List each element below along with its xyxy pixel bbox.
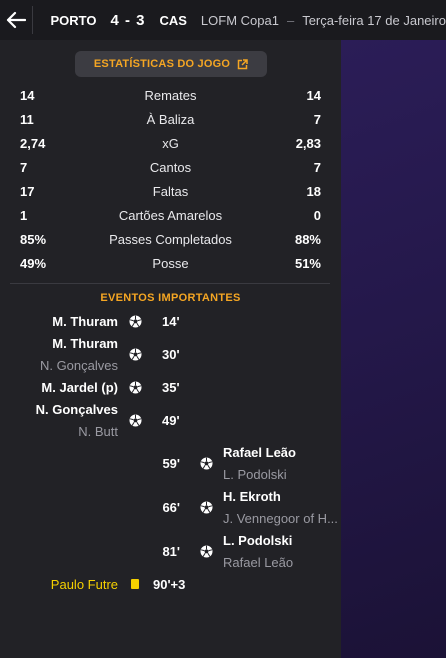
event-minute: 14' xyxy=(162,314,180,329)
stat-row: 7 Cantos 7 xyxy=(0,156,341,180)
match-stats-panel: ESTATÍSTICAS DO JOGO 14 Remates 14 11 À … xyxy=(0,40,341,658)
yellow-card-icon xyxy=(129,578,142,591)
event-player[interactable]: Paulo Futre xyxy=(51,577,118,592)
football-icon xyxy=(200,501,213,514)
away-stat-value: 0 xyxy=(313,208,321,223)
event-player[interactable]: M. Jardel (p) xyxy=(41,380,118,395)
event-minute: 66' xyxy=(162,500,180,515)
match-score: 4 - 3 xyxy=(110,11,146,29)
away-stat-value: 14 xyxy=(306,88,321,103)
stat-row: 85% Passes Completados 88% xyxy=(0,228,341,252)
stat-row: 2,74 xG 2,83 xyxy=(0,132,341,156)
header-bar: PORTO 4 - 3 CAS LOFM Copa1 – Terça-feira… xyxy=(0,0,446,40)
event-minute: 49' xyxy=(162,413,180,428)
event-assist[interactable]: L. Podolski xyxy=(223,467,287,482)
away-team-name[interactable]: CAS xyxy=(159,13,186,28)
stat-label: xG xyxy=(162,136,179,151)
event-assist[interactable]: N. Butt xyxy=(78,424,118,439)
football-icon xyxy=(200,457,213,470)
match-summary: PORTO 4 - 3 CAS LOFM Copa1 – Terça-feira… xyxy=(32,12,446,29)
football-icon xyxy=(129,348,142,361)
event-minute: 59' xyxy=(162,456,180,471)
event-assist[interactable]: J. Vennegoor of H... xyxy=(223,511,338,526)
event-player[interactable]: H. Ekroth xyxy=(223,489,281,504)
away-stat-value: 2,83 xyxy=(295,136,321,151)
back-button[interactable] xyxy=(0,0,32,40)
football-icon xyxy=(129,381,142,394)
event-minute: 90'+3 xyxy=(153,577,186,592)
stat-label: À Baliza xyxy=(146,112,195,127)
football-icon xyxy=(129,315,142,328)
stat-label: Posse xyxy=(152,256,189,271)
external-link-icon xyxy=(237,58,248,70)
stat-row: 14 Remates 14 xyxy=(0,84,341,108)
football-icon xyxy=(129,414,142,427)
stats-table: 14 Remates 14 11 À Baliza 7 2,74 xG 2,83… xyxy=(0,84,341,276)
event-minute: 81' xyxy=(162,544,180,559)
event-assist[interactable]: N. Gonçalves xyxy=(40,358,118,373)
stat-row: 11 À Baliza 7 xyxy=(0,108,341,132)
event-player[interactable]: Rafael Leão xyxy=(223,445,296,460)
event-player[interactable]: L. Podolski xyxy=(223,533,292,548)
pitch-view xyxy=(341,40,446,658)
stat-label: Faltas xyxy=(152,184,189,199)
separator: – xyxy=(286,12,295,28)
away-stat-value: 18 xyxy=(306,184,321,199)
away-stat-value: 88% xyxy=(294,232,321,247)
event-player[interactable]: M. Thuram xyxy=(52,336,118,351)
match-screen: PORTO 4 - 3 CAS LOFM Copa1 – Terça-feira… xyxy=(0,0,446,658)
stat-label: Cartões Amarelos xyxy=(118,208,223,223)
event-player[interactable]: N. Gonçalves xyxy=(36,402,118,417)
stat-row: 1 Cartões Amarelos 0 xyxy=(0,204,341,228)
event-minute: 30' xyxy=(162,347,180,362)
event-minute: 35' xyxy=(162,380,180,395)
match-stats-button-label: ESTATÍSTICAS DO JOGO xyxy=(93,58,231,70)
football-icon xyxy=(200,545,213,558)
stat-label: Passes Completados xyxy=(109,232,232,247)
home-team-name[interactable]: PORTO xyxy=(50,13,96,28)
away-stat-value: 51% xyxy=(294,256,321,271)
competition-name[interactable]: LOFM Copa1 xyxy=(201,13,279,28)
stat-label: Cantos xyxy=(149,160,192,175)
stat-row: 49% Posse 51% xyxy=(0,252,341,276)
back-arrow-icon xyxy=(6,11,26,29)
match-stats-button[interactable]: ESTATÍSTICAS DO JOGO xyxy=(75,51,267,77)
events-title: EVENTOS IMPORTANTES xyxy=(100,292,241,304)
stat-label: Remates xyxy=(144,88,197,103)
match-date: Terça-feira 17 de Janeiro xyxy=(302,12,446,28)
event-assist[interactable]: Rafael Leão xyxy=(223,555,293,570)
away-stat-value: 7 xyxy=(313,112,321,127)
section-divider xyxy=(10,283,330,284)
stat-row: 17 Faltas 18 xyxy=(0,180,341,204)
event-player[interactable]: M. Thuram xyxy=(52,314,118,329)
away-stat-value: 7 xyxy=(313,160,321,175)
